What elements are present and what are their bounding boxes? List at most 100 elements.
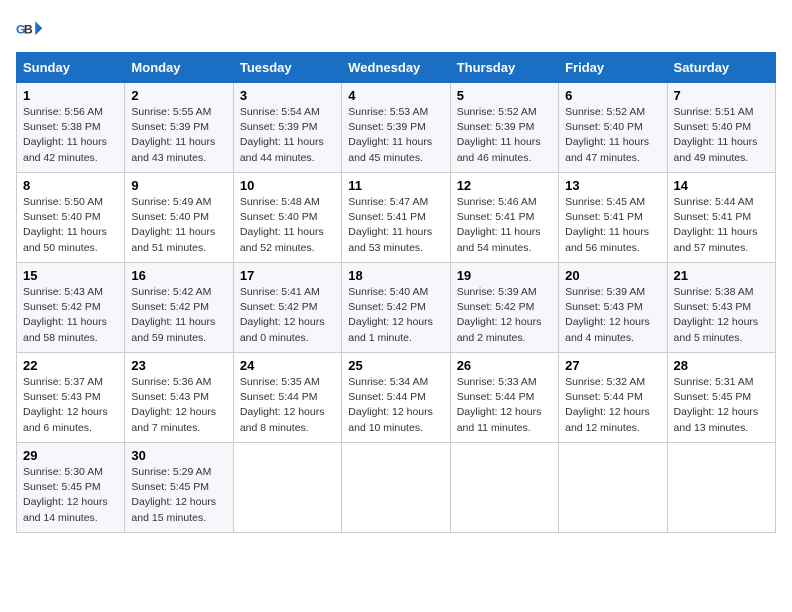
calendar-cell: 3 Sunrise: 5:54 AMSunset: 5:39 PMDayligh… bbox=[233, 83, 341, 173]
week-row-2: 8 Sunrise: 5:50 AMSunset: 5:40 PMDayligh… bbox=[17, 173, 776, 263]
day-number: 28 bbox=[674, 358, 769, 373]
day-number: 27 bbox=[565, 358, 660, 373]
day-number: 9 bbox=[131, 178, 226, 193]
calendar-cell: 16 Sunrise: 5:42 AMSunset: 5:42 PMDaylig… bbox=[125, 263, 233, 353]
day-detail: Sunrise: 5:39 AMSunset: 5:43 PMDaylight:… bbox=[565, 286, 650, 344]
weekday-header-tuesday: Tuesday bbox=[233, 53, 341, 83]
weekday-header-thursday: Thursday bbox=[450, 53, 558, 83]
day-number: 14 bbox=[674, 178, 769, 193]
logo-icon: G B bbox=[16, 16, 44, 44]
day-detail: Sunrise: 5:56 AMSunset: 5:38 PMDaylight:… bbox=[23, 106, 107, 164]
calendar-cell bbox=[342, 443, 450, 533]
calendar-cell: 27 Sunrise: 5:32 AMSunset: 5:44 PMDaylig… bbox=[559, 353, 667, 443]
day-number: 16 bbox=[131, 268, 226, 283]
calendar-cell: 22 Sunrise: 5:37 AMSunset: 5:43 PMDaylig… bbox=[17, 353, 125, 443]
day-number: 15 bbox=[23, 268, 118, 283]
day-detail: Sunrise: 5:35 AMSunset: 5:44 PMDaylight:… bbox=[240, 376, 325, 434]
day-number: 21 bbox=[674, 268, 769, 283]
day-number: 24 bbox=[240, 358, 335, 373]
day-number: 6 bbox=[565, 88, 660, 103]
day-number: 17 bbox=[240, 268, 335, 283]
weekday-header-monday: Monday bbox=[125, 53, 233, 83]
day-detail: Sunrise: 5:49 AMSunset: 5:40 PMDaylight:… bbox=[131, 196, 215, 254]
calendar-cell: 30 Sunrise: 5:29 AMSunset: 5:45 PMDaylig… bbox=[125, 443, 233, 533]
day-detail: Sunrise: 5:47 AMSunset: 5:41 PMDaylight:… bbox=[348, 196, 432, 254]
day-number: 26 bbox=[457, 358, 552, 373]
day-number: 22 bbox=[23, 358, 118, 373]
day-detail: Sunrise: 5:38 AMSunset: 5:43 PMDaylight:… bbox=[674, 286, 759, 344]
day-number: 30 bbox=[131, 448, 226, 463]
day-number: 29 bbox=[23, 448, 118, 463]
day-detail: Sunrise: 5:34 AMSunset: 5:44 PMDaylight:… bbox=[348, 376, 433, 434]
day-detail: Sunrise: 5:29 AMSunset: 5:45 PMDaylight:… bbox=[131, 466, 216, 524]
day-detail: Sunrise: 5:54 AMSunset: 5:39 PMDaylight:… bbox=[240, 106, 324, 164]
calendar-cell: 20 Sunrise: 5:39 AMSunset: 5:43 PMDaylig… bbox=[559, 263, 667, 353]
day-number: 13 bbox=[565, 178, 660, 193]
day-detail: Sunrise: 5:33 AMSunset: 5:44 PMDaylight:… bbox=[457, 376, 542, 434]
day-detail: Sunrise: 5:36 AMSunset: 5:43 PMDaylight:… bbox=[131, 376, 216, 434]
day-detail: Sunrise: 5:52 AMSunset: 5:39 PMDaylight:… bbox=[457, 106, 541, 164]
day-detail: Sunrise: 5:41 AMSunset: 5:42 PMDaylight:… bbox=[240, 286, 325, 344]
day-number: 8 bbox=[23, 178, 118, 193]
day-number: 19 bbox=[457, 268, 552, 283]
calendar-cell: 26 Sunrise: 5:33 AMSunset: 5:44 PMDaylig… bbox=[450, 353, 558, 443]
day-number: 5 bbox=[457, 88, 552, 103]
calendar-cell: 24 Sunrise: 5:35 AMSunset: 5:44 PMDaylig… bbox=[233, 353, 341, 443]
day-detail: Sunrise: 5:44 AMSunset: 5:41 PMDaylight:… bbox=[674, 196, 758, 254]
calendar-cell: 1 Sunrise: 5:56 AMSunset: 5:38 PMDayligh… bbox=[17, 83, 125, 173]
calendar-cell: 8 Sunrise: 5:50 AMSunset: 5:40 PMDayligh… bbox=[17, 173, 125, 263]
day-detail: Sunrise: 5:39 AMSunset: 5:42 PMDaylight:… bbox=[457, 286, 542, 344]
day-number: 12 bbox=[457, 178, 552, 193]
day-number: 1 bbox=[23, 88, 118, 103]
day-detail: Sunrise: 5:53 AMSunset: 5:39 PMDaylight:… bbox=[348, 106, 432, 164]
day-number: 3 bbox=[240, 88, 335, 103]
calendar-cell: 5 Sunrise: 5:52 AMSunset: 5:39 PMDayligh… bbox=[450, 83, 558, 173]
day-number: 10 bbox=[240, 178, 335, 193]
week-row-1: 1 Sunrise: 5:56 AMSunset: 5:38 PMDayligh… bbox=[17, 83, 776, 173]
day-number: 4 bbox=[348, 88, 443, 103]
calendar-cell: 10 Sunrise: 5:48 AMSunset: 5:40 PMDaylig… bbox=[233, 173, 341, 263]
day-number: 23 bbox=[131, 358, 226, 373]
svg-text:B: B bbox=[24, 23, 33, 37]
weekday-header-friday: Friday bbox=[559, 53, 667, 83]
day-detail: Sunrise: 5:30 AMSunset: 5:45 PMDaylight:… bbox=[23, 466, 108, 524]
day-number: 7 bbox=[674, 88, 769, 103]
day-detail: Sunrise: 5:31 AMSunset: 5:45 PMDaylight:… bbox=[674, 376, 759, 434]
calendar-cell bbox=[233, 443, 341, 533]
calendar-cell: 17 Sunrise: 5:41 AMSunset: 5:42 PMDaylig… bbox=[233, 263, 341, 353]
week-row-3: 15 Sunrise: 5:43 AMSunset: 5:42 PMDaylig… bbox=[17, 263, 776, 353]
logo: G B bbox=[16, 16, 48, 44]
week-row-5: 29 Sunrise: 5:30 AMSunset: 5:45 PMDaylig… bbox=[17, 443, 776, 533]
calendar-cell: 12 Sunrise: 5:46 AMSunset: 5:41 PMDaylig… bbox=[450, 173, 558, 263]
calendar-cell: 7 Sunrise: 5:51 AMSunset: 5:40 PMDayligh… bbox=[667, 83, 775, 173]
day-detail: Sunrise: 5:32 AMSunset: 5:44 PMDaylight:… bbox=[565, 376, 650, 434]
day-detail: Sunrise: 5:50 AMSunset: 5:40 PMDaylight:… bbox=[23, 196, 107, 254]
day-detail: Sunrise: 5:37 AMSunset: 5:43 PMDaylight:… bbox=[23, 376, 108, 434]
calendar-table: SundayMondayTuesdayWednesdayThursdayFrid… bbox=[16, 52, 776, 533]
calendar-cell: 4 Sunrise: 5:53 AMSunset: 5:39 PMDayligh… bbox=[342, 83, 450, 173]
calendar-cell: 9 Sunrise: 5:49 AMSunset: 5:40 PMDayligh… bbox=[125, 173, 233, 263]
day-detail: Sunrise: 5:42 AMSunset: 5:42 PMDaylight:… bbox=[131, 286, 215, 344]
day-number: 25 bbox=[348, 358, 443, 373]
day-detail: Sunrise: 5:52 AMSunset: 5:40 PMDaylight:… bbox=[565, 106, 649, 164]
day-number: 18 bbox=[348, 268, 443, 283]
day-detail: Sunrise: 5:46 AMSunset: 5:41 PMDaylight:… bbox=[457, 196, 541, 254]
calendar-cell bbox=[559, 443, 667, 533]
calendar-cell: 11 Sunrise: 5:47 AMSunset: 5:41 PMDaylig… bbox=[342, 173, 450, 263]
day-detail: Sunrise: 5:40 AMSunset: 5:42 PMDaylight:… bbox=[348, 286, 433, 344]
calendar-cell: 28 Sunrise: 5:31 AMSunset: 5:45 PMDaylig… bbox=[667, 353, 775, 443]
calendar-cell: 23 Sunrise: 5:36 AMSunset: 5:43 PMDaylig… bbox=[125, 353, 233, 443]
calendar-cell bbox=[450, 443, 558, 533]
calendar-cell: 25 Sunrise: 5:34 AMSunset: 5:44 PMDaylig… bbox=[342, 353, 450, 443]
weekday-header-saturday: Saturday bbox=[667, 53, 775, 83]
calendar-cell: 15 Sunrise: 5:43 AMSunset: 5:42 PMDaylig… bbox=[17, 263, 125, 353]
day-detail: Sunrise: 5:45 AMSunset: 5:41 PMDaylight:… bbox=[565, 196, 649, 254]
day-number: 11 bbox=[348, 178, 443, 193]
week-row-4: 22 Sunrise: 5:37 AMSunset: 5:43 PMDaylig… bbox=[17, 353, 776, 443]
day-detail: Sunrise: 5:48 AMSunset: 5:40 PMDaylight:… bbox=[240, 196, 324, 254]
calendar-cell: 6 Sunrise: 5:52 AMSunset: 5:40 PMDayligh… bbox=[559, 83, 667, 173]
day-detail: Sunrise: 5:43 AMSunset: 5:42 PMDaylight:… bbox=[23, 286, 107, 344]
calendar-cell: 13 Sunrise: 5:45 AMSunset: 5:41 PMDaylig… bbox=[559, 173, 667, 263]
calendar-cell: 29 Sunrise: 5:30 AMSunset: 5:45 PMDaylig… bbox=[17, 443, 125, 533]
calendar-cell: 19 Sunrise: 5:39 AMSunset: 5:42 PMDaylig… bbox=[450, 263, 558, 353]
